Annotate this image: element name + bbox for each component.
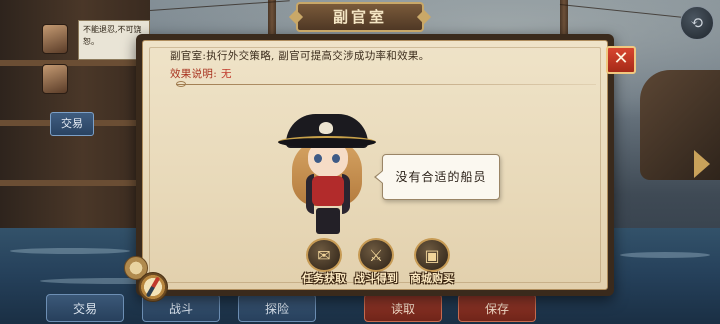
- tab-explore[interactable]: 探险: [238, 294, 316, 322]
- tab-save[interactable]: 保存: [458, 294, 536, 322]
- deck-floor: [0, 180, 150, 186]
- crew-portrait[interactable]: [42, 24, 68, 54]
- tab-load[interactable]: 读取: [364, 294, 442, 322]
- room-description: 副官室:执行外交策略, 副官可提高交涉成功率和效果。: [170, 50, 430, 62]
- effect-value: 无: [221, 68, 232, 80]
- crew-portrait[interactable]: [42, 64, 68, 94]
- hat-brim: [278, 136, 376, 148]
- close-button[interactable]: ✕: [606, 46, 636, 74]
- next-arrow-icon[interactable]: [694, 150, 710, 178]
- character-eye: [332, 154, 340, 163]
- action-label: 战斗得到: [354, 272, 398, 285]
- speech-bubble-tail-inner: [376, 171, 383, 183]
- character-legs: [316, 208, 340, 234]
- wave: [620, 252, 710, 258]
- character-eye: [314, 154, 322, 163]
- divider: [176, 84, 596, 85]
- divider-ornament: [176, 81, 186, 87]
- battle-gate-icon: ⚔: [358, 238, 394, 272]
- back-icon[interactable]: ⟲: [680, 6, 714, 40]
- side-trade-button[interactable]: 交易: [50, 112, 94, 136]
- action-label: 商城购买: [410, 272, 454, 285]
- action-shop[interactable]: ▣ 商城购买: [400, 238, 464, 290]
- tab-trade[interactable]: 交易: [46, 294, 124, 322]
- speech-bubble: 没有合适的船员: [382, 154, 500, 200]
- effect-label: 效果说明:: [170, 68, 218, 80]
- quest-scroll-icon: ✉: [306, 238, 342, 272]
- action-battle[interactable]: ⚔ 战斗得到: [344, 238, 408, 290]
- effect-line: 效果说明: 无: [170, 66, 232, 81]
- treasure-chest-icon: ▣: [414, 238, 450, 272]
- dialog-title: 副官室: [296, 2, 424, 32]
- character-vest: [312, 176, 344, 206]
- deck-floor: [0, 60, 150, 66]
- pirate-officer-character[interactable]: [278, 112, 376, 236]
- wave: [10, 248, 130, 254]
- skull-emblem-icon: [319, 122, 333, 134]
